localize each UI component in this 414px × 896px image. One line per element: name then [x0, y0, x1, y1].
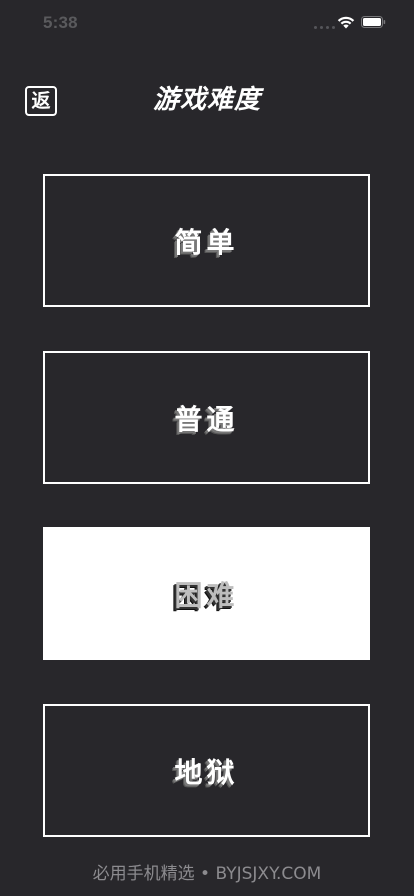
difficulty-label: 普通	[174, 402, 239, 436]
status-time: 5:38	[43, 13, 78, 32]
difficulty-hell-button[interactable]: 地狱	[43, 704, 370, 837]
difficulty-label: 简单	[174, 225, 239, 259]
difficulty-label: 地狱	[174, 755, 239, 789]
wifi-icon	[337, 16, 355, 29]
status-bar: 5:38	[0, 0, 414, 44]
difficulty-normal-button[interactable]: 普通	[43, 351, 370, 484]
cellular-dots-icon	[314, 26, 335, 29]
page-title: 游戏难度	[152, 85, 261, 115]
difficulty-screen: 5:38 返 游戏难度 简单 普通 困难 地狱 必用手机精选 • BYJSJXY…	[0, 0, 414, 896]
battery-icon	[361, 16, 386, 28]
watermark: 必用手机精选 • BYJSJXY.COM	[92, 864, 322, 884]
difficulty-easy-button[interactable]: 简单	[43, 174, 370, 307]
difficulty-label: 困难	[174, 578, 239, 612]
difficulty-hard-button[interactable]: 困难	[43, 527, 370, 660]
